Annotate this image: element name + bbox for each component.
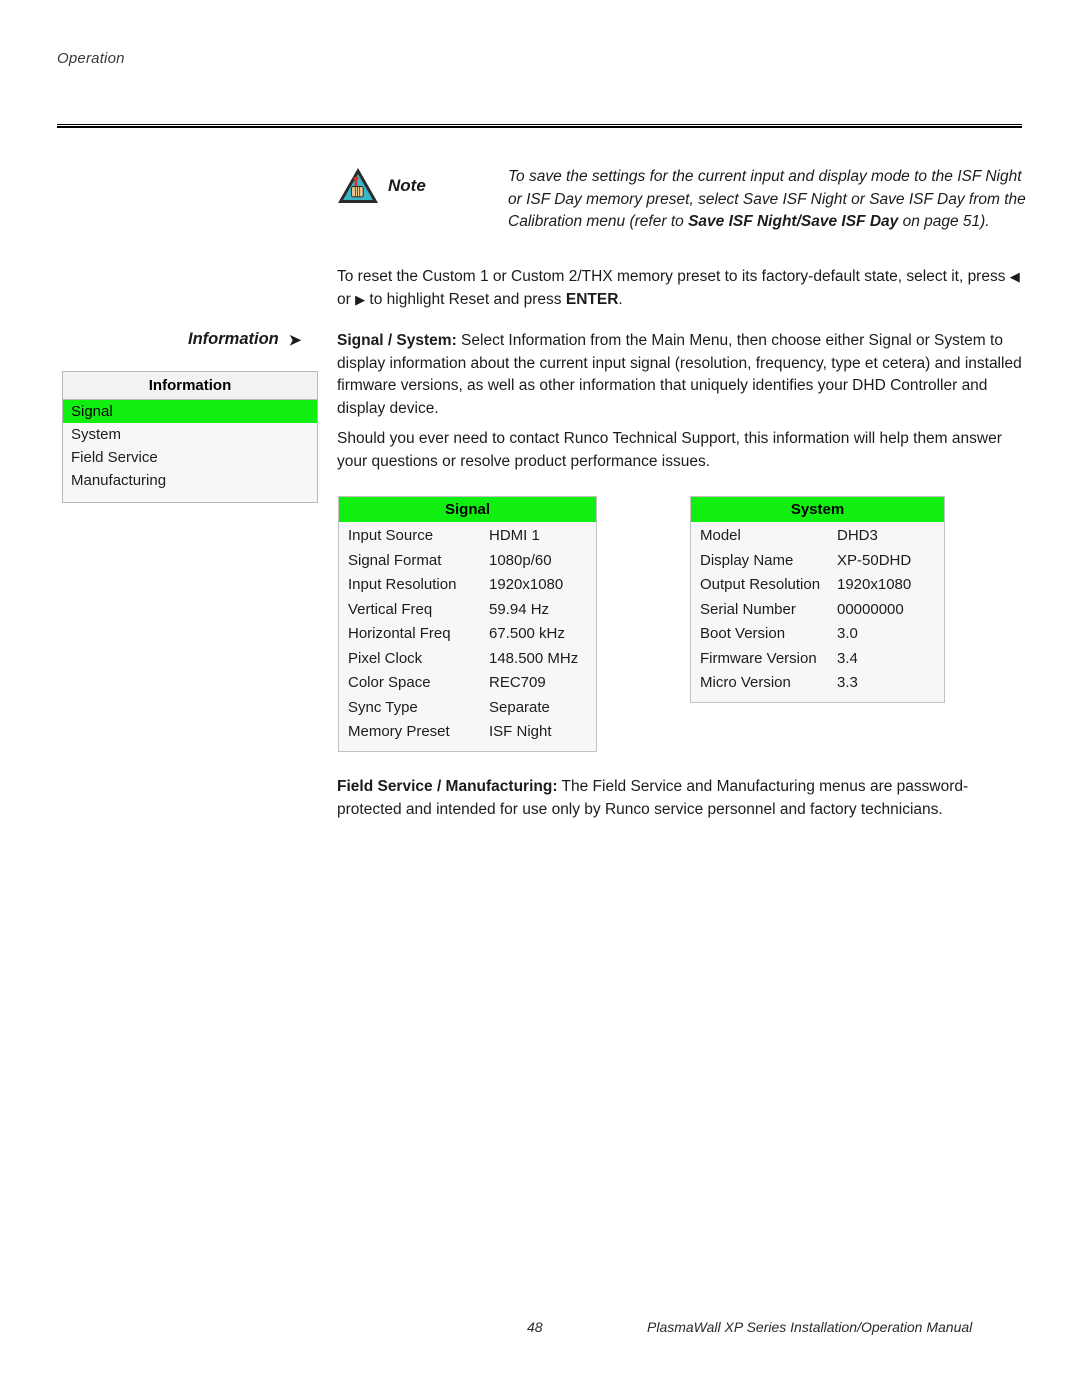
table-row: Serial Number 00000000	[691, 598, 944, 623]
system-table-title: System	[691, 497, 944, 522]
table-row: Model DHD3	[691, 524, 944, 549]
table-row: Boot Version 3.0	[691, 622, 944, 647]
row-key: Boot Version	[700, 625, 786, 642]
signal-info-table: Signal Input Source HDMI 1 Signal Format…	[338, 496, 597, 752]
osd-menu-item-manufacturing[interactable]: Manufacturing	[63, 469, 317, 492]
table-row: Pixel Clock 148.500 MHz	[339, 647, 596, 672]
row-value: 1920x1080	[489, 576, 564, 593]
row-key: Output Resolution	[700, 576, 821, 593]
note-line-4-bold: ISF Day	[841, 213, 899, 230]
enter-key-label: ENTER	[565, 290, 619, 308]
row-value: 1920x1080	[837, 576, 912, 593]
row-value: 00000000	[837, 600, 904, 618]
row-key: Vertical Freq	[348, 600, 433, 618]
osd-menu-item-field-service[interactable]: Field Service	[63, 446, 317, 469]
table-row: Sync Type Separate	[339, 696, 596, 721]
arrow-right-inline-icon	[355, 291, 365, 308]
row-value: HDMI 1	[489, 527, 540, 544]
footer-page-number: 48	[527, 1319, 543, 1335]
footer-manual-title: PlasmaWall XP Series Installation/Operat…	[647, 1319, 973, 1335]
header-divider	[57, 124, 1022, 128]
row-key: Input Source	[348, 527, 434, 544]
field-service-heading: Field Service / Manufacturing:	[337, 778, 558, 795]
support-paragraph: Should you ever need to contact Runco Te…	[337, 430, 1002, 470]
table-row: Input Source HDMI 1	[339, 524, 596, 549]
row-value: REC709	[489, 674, 546, 691]
row-key: Display Name	[700, 551, 794, 569]
row-key: Micro Version	[700, 674, 791, 691]
reset-text-part2: or	[337, 290, 356, 308]
field-service-paragraph-container: Field Service / Manufacturing: The Field…	[337, 776, 1025, 821]
osd-menu-title: Information	[63, 372, 317, 400]
field-service-paragraph: Field Service / Manufacturing: The Field…	[337, 776, 1025, 821]
table-row: Micro Version 3.3	[691, 671, 944, 696]
row-value: 3.4	[837, 649, 858, 667]
table-row: Firmware Version 3.4	[691, 647, 944, 672]
arrow-left-icon	[1010, 268, 1020, 285]
reset-paragraph-container: To reset the Custom 1 or Custom 2/THX me…	[337, 266, 1025, 311]
note-header: Note	[336, 166, 506, 206]
row-key: Memory Preset	[348, 723, 450, 740]
note-line-4-suffix: on page 51).	[898, 213, 990, 230]
system-table-body: Model DHD3 Display Name XP-50DHD Output …	[691, 522, 944, 702]
row-key: Pixel Clock	[348, 649, 423, 667]
table-row: Signal Format 1080p/60	[339, 549, 596, 574]
row-key: Model	[700, 527, 741, 544]
row-value: DHD3	[837, 527, 878, 544]
osd-menu-bottom-padding	[63, 492, 317, 502]
signal-table-title: Signal	[339, 497, 596, 522]
system-info-table: System Model DHD3 Display Name XP-50DHD …	[690, 496, 945, 703]
row-key: Input Resolution	[348, 576, 457, 593]
row-value: 3.3	[837, 674, 858, 691]
note-triangle-hand-icon	[336, 166, 380, 206]
row-value: XP-50DHD	[837, 551, 912, 569]
table-row: Vertical Freq 59.94 Hz	[339, 598, 596, 623]
osd-menu-item-signal[interactable]: Signal	[63, 400, 317, 423]
row-key: Horizontal Freq	[348, 625, 451, 642]
reset-text-part3: to highlight Reset and press	[365, 290, 566, 308]
row-value: 1080p/60	[489, 551, 552, 569]
row-key: Color Space	[348, 674, 431, 691]
signal-system-heading: Signal / System:	[337, 332, 457, 349]
table-row: Memory Preset ISF Night	[339, 720, 596, 745]
arrow-right-icon: ➤	[288, 332, 302, 349]
row-value: 59.94 Hz	[489, 600, 550, 618]
table-row: Horizontal Freq 67.500 kHz	[339, 622, 596, 647]
row-key: Serial Number	[700, 600, 796, 618]
note-line-3-bold: Save ISF Night/Save	[688, 213, 838, 230]
row-value: Separate	[489, 698, 550, 716]
osd-menu-item-system[interactable]: System	[63, 423, 317, 446]
row-value: 67.500 kHz	[489, 625, 565, 642]
page-section-header: Operation	[57, 50, 125, 67]
table-row: Display Name XP-50DHD	[691, 549, 944, 574]
signal-system-paragraph: Signal / System: Select Information from…	[337, 330, 1025, 420]
row-value: 3.0	[837, 625, 858, 642]
note-line-1: To save the settings for the current inp…	[508, 168, 953, 185]
signal-system-paragraph-container: Signal / System: Select Information from…	[337, 330, 1025, 420]
row-key: Signal Format	[348, 551, 442, 569]
note-body: To save the settings for the current inp…	[508, 166, 1026, 234]
callout-label-text: Information	[188, 330, 279, 348]
signal-table-body: Input Source HDMI 1 Signal Format 1080p/…	[339, 522, 596, 751]
table-row: Output Resolution 1920x1080	[691, 573, 944, 598]
row-key: Sync Type	[348, 698, 418, 716]
table-row: Input Resolution 1920x1080	[339, 573, 596, 598]
table-row: Color Space REC709	[339, 671, 596, 696]
row-key: Firmware Version	[700, 649, 817, 667]
reset-text-end: .	[618, 290, 623, 308]
reset-paragraph: To reset the Custom 1 or Custom 2/THX me…	[337, 266, 1025, 311]
callout-information-label: Information ➤	[188, 330, 301, 349]
note-label: Note	[388, 176, 426, 195]
reset-text-part1: To reset the Custom 1 or Custom 2/THX me…	[337, 268, 1010, 285]
row-value: 148.500 MHz	[489, 649, 579, 667]
row-value: ISF Night	[489, 723, 552, 740]
osd-information-menu[interactable]: Information Signal System Field Service …	[62, 371, 318, 503]
support-paragraph-container: Should you ever need to contact Runco Te…	[337, 428, 1025, 473]
